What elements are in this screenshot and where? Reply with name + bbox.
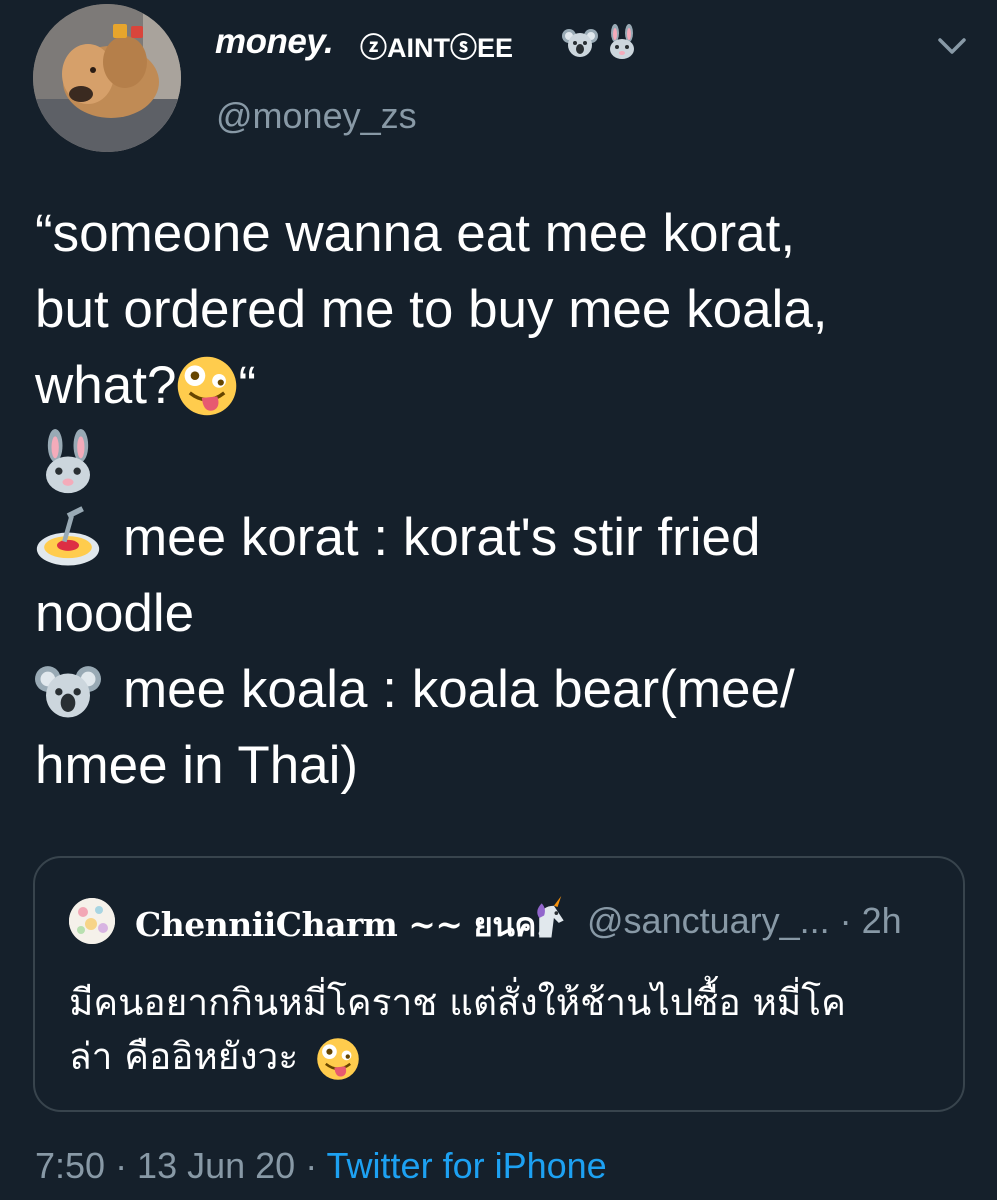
tweet-line: noodle <box>35 584 195 643</box>
quoted-text-line: ล่า คืออิหยังวะ <box>69 1030 939 1084</box>
koala-emoji-icon <box>35 666 101 718</box>
display-name[interactable]: money. <box>215 22 334 62</box>
quoted-tweet-text: มีคนอยากกินหมี่โคราช แต่สั่งให้ช้านไปซื้… <box>69 976 939 1084</box>
tweet-timestamp[interactable]: 7:50 · 13 Jun 20 · <box>35 1145 327 1186</box>
tweet-line: “someone wanna eat mee korat, <box>35 204 796 263</box>
tweet-line: mee koala : koala bear(mee/ <box>35 652 965 728</box>
quoted-handle: @sanctuary_... <box>587 900 830 941</box>
name-badges: ⓩAINTⓢEE <box>360 33 514 63</box>
avatar[interactable] <box>33 4 181 152</box>
user-handle[interactable]: @money_zs <box>216 95 417 137</box>
tweet: money. ⓩAINTⓢEE @money_zs “someone wanna… <box>0 0 997 1200</box>
tweet-line: but ordered me to buy mee koala, <box>35 280 828 339</box>
name-emojis <box>562 24 640 60</box>
tweet-line <box>35 424 965 500</box>
quoted-text-line-part: ล่า คืออิหยังวะ <box>69 1035 299 1078</box>
unicorn-emoji-icon <box>537 896 564 938</box>
quoted-display-name: ChenniiCharm ~~ ยนค. <box>135 905 548 944</box>
quoted-time: · 2h <box>839 900 902 941</box>
avatar-dog-image <box>33 4 181 152</box>
tweet-line-text: mee korat : korat's stir fried <box>123 508 761 567</box>
tweet-line-text: mee koala : koala bear(mee/ <box>123 660 795 719</box>
chevron-down-icon[interactable] <box>935 34 969 58</box>
quoted-handle-and-time: @sanctuary_... · 2h <box>587 900 902 942</box>
tweet-line-text: what? <box>35 356 177 415</box>
quoted-avatar <box>69 898 115 944</box>
zany-face-emoji-icon <box>178 356 237 416</box>
quoted-avatar-image <box>69 898 115 944</box>
rabbit-emoji-icon <box>46 429 90 494</box>
quoted-text-line: มีคนอยากกินหมี่โคราช แต่สั่งให้ช้านไปซื้… <box>69 981 846 1024</box>
tweet-source-link[interactable]: Twitter for iPhone <box>327 1145 607 1186</box>
tweet-line: what? “ <box>35 348 965 424</box>
tweet-text: “someone wanna eat mee korat, but ordere… <box>35 196 965 804</box>
tweet-line-text: “ <box>238 356 257 415</box>
spaghetti-emoji-icon <box>36 506 100 566</box>
koala-emoji-icon <box>562 29 598 57</box>
tweet-line: mee korat : korat's stir fried <box>35 500 965 576</box>
zany-face-emoji-icon <box>317 1037 359 1080</box>
tweet-meta: 7:50 · 13 Jun 20 · Twitter for iPhone <box>35 1145 607 1187</box>
rabbit-emoji-icon <box>610 24 634 59</box>
tweet-line: hmee in Thai) <box>35 736 359 795</box>
quoted-tweet-card[interactable]: ChenniiCharm ~~ ยนค. @sanctuary_... · 2h… <box>33 856 965 1112</box>
